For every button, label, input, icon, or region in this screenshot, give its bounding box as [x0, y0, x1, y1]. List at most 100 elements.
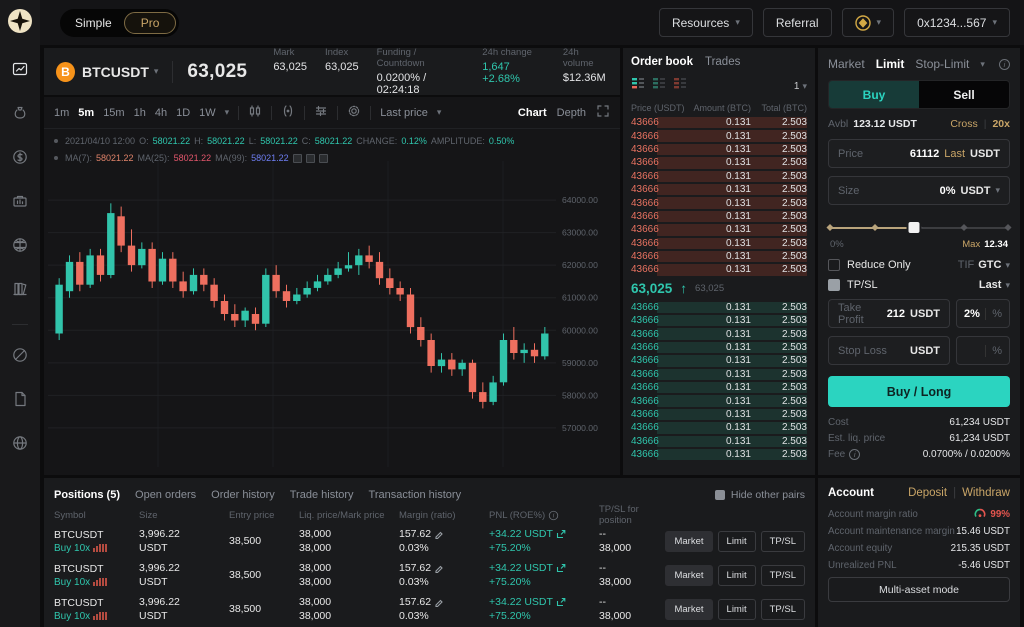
compare-icon[interactable] — [281, 104, 295, 121]
book-layout-bids-icon[interactable] — [652, 77, 666, 96]
bid-row[interactable]: 436660.1312.503 — [631, 381, 807, 394]
network-icon[interactable] — [11, 236, 29, 259]
last-price-button[interactable]: Last — [944, 148, 965, 160]
bid-row[interactable]: 436660.1312.503 — [631, 354, 807, 367]
bid-row[interactable]: 436660.1312.503 — [631, 301, 807, 314]
language-icon[interactable] — [11, 434, 29, 457]
ask-row[interactable]: 436660.1312.503 — [631, 210, 807, 223]
ask-row[interactable]: 436660.1312.503 — [631, 196, 807, 209]
ask-row[interactable]: 436660.1312.503 — [631, 263, 807, 276]
app-logo-icon[interactable] — [7, 8, 33, 34]
book-layout-both-icon[interactable] — [631, 77, 645, 96]
ask-row[interactable]: 436660.1312.503 — [631, 250, 807, 263]
tab-transaction-history[interactable]: Transaction history — [369, 489, 462, 501]
tpsl-checkbox[interactable] — [828, 279, 840, 291]
slider-tick[interactable] — [871, 224, 878, 231]
bid-row[interactable]: 436660.1312.503 — [631, 368, 807, 381]
buy-tab[interactable]: Buy — [829, 81, 919, 108]
tpsl-trigger-dropdown[interactable]: Last — [979, 279, 1002, 291]
earn-icon[interactable] — [11, 148, 29, 171]
orders-icon[interactable] — [11, 280, 29, 303]
bid-row[interactable]: 436660.1312.503 — [631, 327, 807, 340]
tab-trade-history[interactable]: Trade history — [290, 489, 354, 501]
bid-row[interactable]: 436660.1312.503 — [631, 394, 807, 407]
timeframe-15m[interactable]: 15m — [103, 107, 124, 119]
token-menu-button[interactable]: ▾ — [842, 8, 895, 37]
ask-row[interactable]: 436660.1312.503 — [631, 129, 807, 142]
ask-row[interactable]: 436660.1312.503 — [631, 170, 807, 183]
withdraw-button[interactable]: Withdraw — [962, 487, 1010, 499]
hide-other-pairs-checkbox[interactable] — [715, 490, 725, 500]
referral-button[interactable]: Referral — [763, 8, 832, 37]
edit-icon[interactable] — [434, 563, 444, 573]
buy-long-button[interactable]: Buy / Long — [828, 376, 1010, 407]
book-layout-asks-icon[interactable] — [673, 77, 687, 96]
timeframe-1m[interactable]: 1m — [54, 107, 69, 119]
mode-pro-button[interactable]: Pro — [124, 12, 177, 34]
timeframe-1d[interactable]: 1D — [176, 107, 190, 119]
tab-stop-limit[interactable]: Stop-Limit — [915, 57, 969, 71]
tab-open-orders[interactable]: Open orders — [135, 489, 196, 501]
edit-icon[interactable] — [434, 597, 444, 607]
take-profit-input[interactable]: Take Profit 212USDT — [828, 299, 950, 328]
rewards-icon[interactable] — [11, 104, 29, 127]
theme-icon[interactable] — [11, 346, 29, 369]
resources-button[interactable]: Resources▾ — [659, 8, 753, 37]
timeframe-1w[interactable]: 1W — [199, 107, 216, 119]
candlestick-chart[interactable]: 57000.0058000.0059000.0060000.0061000.00… — [48, 161, 616, 467]
precision-dropdown[interactable]: 1▾ — [794, 81, 807, 92]
close-limit-button[interactable]: Limit — [718, 599, 756, 620]
slider-handle[interactable] — [908, 222, 919, 233]
tab-market[interactable]: Market — [828, 57, 865, 71]
position-tpsl-button[interactable]: TP/SL — [761, 565, 805, 586]
multi-asset-mode-button[interactable]: Multi-asset mode — [828, 577, 1010, 602]
position-tpsl-button[interactable]: TP/SL — [761, 599, 805, 620]
pnl-info-icon[interactable]: i — [549, 510, 558, 519]
price-type-dropdown[interactable]: Last price — [380, 107, 428, 119]
close-market-button[interactable]: Market — [665, 565, 712, 586]
tab-order-book[interactable]: Order book — [631, 56, 693, 68]
stop-loss-input[interactable]: Stop Loss USDT — [828, 336, 950, 365]
bid-row[interactable]: 436660.1312.503 — [631, 314, 807, 327]
size-unit-dropdown[interactable]: USDT — [961, 185, 991, 197]
tab-limit[interactable]: Limit — [876, 57, 905, 71]
ask-row[interactable]: 436660.1312.503 — [631, 183, 807, 196]
bid-row[interactable]: 436660.1312.503 — [631, 341, 807, 354]
slider-tick[interactable] — [826, 224, 833, 231]
docs-icon[interactable] — [11, 390, 29, 413]
info-icon[interactable]: i — [999, 59, 1010, 70]
timeframe-5m[interactable]: 5m — [78, 107, 94, 119]
slider-tick[interactable] — [960, 224, 967, 231]
sell-tab[interactable]: Sell — [919, 81, 1009, 108]
close-limit-button[interactable]: Limit — [718, 565, 756, 586]
bid-row[interactable]: 436660.1312.503 — [631, 435, 807, 448]
ask-row[interactable]: 436660.1312.503 — [631, 223, 807, 236]
ask-row[interactable]: 436660.1312.503 — [631, 143, 807, 156]
edit-icon[interactable] — [434, 529, 444, 539]
size-slider[interactable] — [830, 221, 1008, 235]
tab-chart[interactable]: Chart — [518, 107, 547, 119]
reduce-only-checkbox[interactable] — [828, 259, 840, 271]
ask-row[interactable]: 436660.1312.503 — [631, 116, 807, 129]
ask-row[interactable]: 436660.1312.503 — [631, 237, 807, 250]
position-tpsl-button[interactable]: TP/SL — [761, 531, 805, 552]
portfolio-icon[interactable] — [11, 192, 29, 215]
bid-row[interactable]: 436660.1312.503 — [631, 421, 807, 434]
chevron-down-icon[interactable]: ▾ — [225, 107, 230, 118]
timeframe-4h[interactable]: 4h — [155, 107, 167, 119]
wallet-address-button[interactable]: 0x1234...567▾ — [904, 8, 1010, 37]
fee-info-icon[interactable]: i — [849, 449, 860, 460]
deposit-button[interactable]: Deposit — [908, 487, 947, 499]
stop-loss-percent-input[interactable]: % — [956, 336, 1010, 365]
symbol-selector[interactable]: BTCUSDT — [82, 64, 149, 80]
timeframe-1h[interactable]: 1h — [134, 107, 146, 119]
tab-depth[interactable]: Depth — [557, 107, 586, 119]
ask-row[interactable]: 436660.1312.503 — [631, 156, 807, 169]
close-market-button[interactable]: Market — [665, 531, 712, 552]
tab-trades[interactable]: Trades — [705, 56, 740, 68]
share-icon[interactable] — [556, 597, 566, 607]
mid-price-row[interactable]: 63,025 ↑ 63,025 — [631, 278, 807, 300]
share-icon[interactable] — [556, 529, 566, 539]
tab-order-history[interactable]: Order history — [211, 489, 275, 501]
take-profit-percent-input[interactable]: 2%% — [956, 299, 1010, 328]
